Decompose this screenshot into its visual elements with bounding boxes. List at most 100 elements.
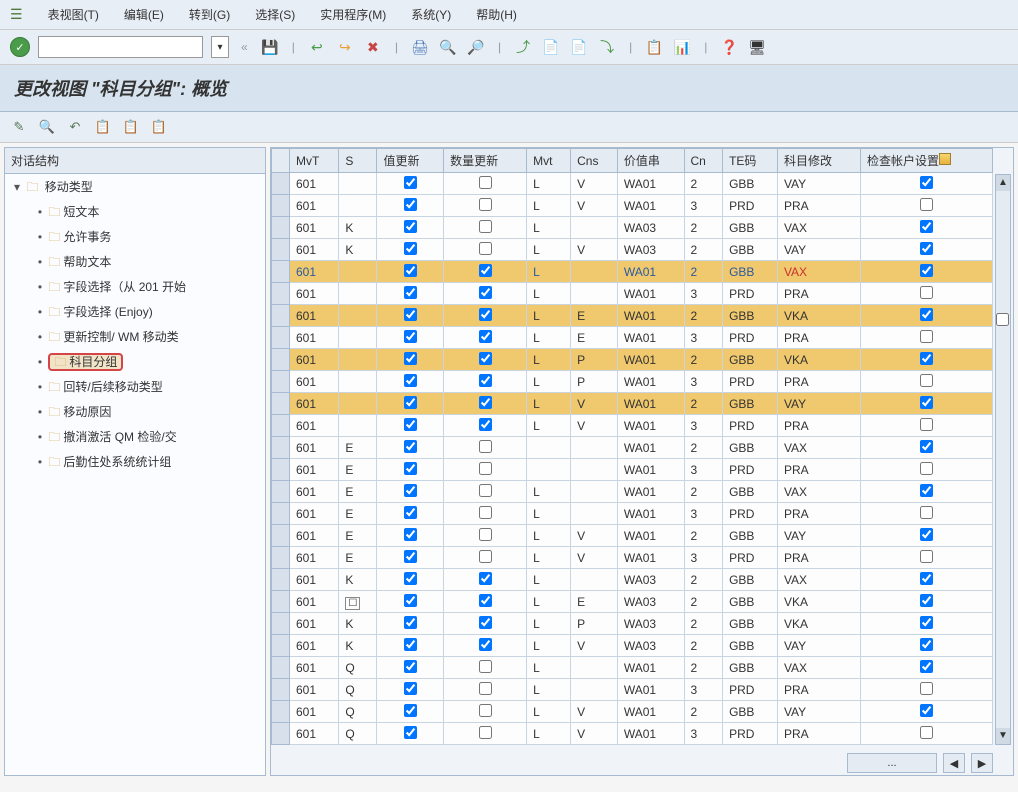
cell-val[interactable] bbox=[377, 217, 444, 239]
cell-mvt2[interactable]: L bbox=[527, 415, 571, 437]
cell-acct[interactable]: PRA bbox=[777, 371, 860, 393]
qty-checkbox[interactable] bbox=[479, 198, 492, 211]
val-checkbox[interactable] bbox=[404, 286, 417, 299]
val-checkbox[interactable] bbox=[404, 616, 417, 629]
cell-vstr[interactable]: WA01 bbox=[617, 481, 684, 503]
qty-checkbox[interactable] bbox=[479, 264, 492, 277]
row-selector[interactable] bbox=[272, 349, 290, 371]
side-checkbox[interactable] bbox=[996, 313, 1009, 329]
cell-s[interactable]: Q bbox=[339, 657, 377, 679]
cell-val[interactable] bbox=[377, 635, 444, 657]
cell-chk[interactable] bbox=[860, 723, 992, 745]
cell-mvt2[interactable]: L bbox=[527, 393, 571, 415]
row-selector[interactable] bbox=[272, 173, 290, 195]
tree-node-1[interactable]: • 🗀允许事务 bbox=[7, 226, 263, 251]
cell-te[interactable]: GBB bbox=[723, 393, 778, 415]
chk-checkbox[interactable] bbox=[920, 682, 933, 695]
chk-checkbox[interactable] bbox=[920, 418, 933, 431]
cell-te[interactable]: PRD bbox=[723, 503, 778, 525]
cell-vstr[interactable]: WA01 bbox=[617, 525, 684, 547]
cell-vstr[interactable]: WA01 bbox=[617, 437, 684, 459]
val-checkbox[interactable] bbox=[404, 374, 417, 387]
qty-checkbox[interactable] bbox=[479, 638, 492, 651]
cell-vstr[interactable]: WA01 bbox=[617, 459, 684, 481]
table-row[interactable]: 601QLVWA012GBBVAY bbox=[272, 701, 993, 723]
cell-mvt2[interactable]: L bbox=[527, 283, 571, 305]
cell-mvt[interactable]: 601 bbox=[290, 217, 339, 239]
cell-s[interactable]: Q bbox=[339, 701, 377, 723]
cell-qty[interactable] bbox=[444, 657, 527, 679]
cell-val[interactable] bbox=[377, 371, 444, 393]
cell-mvt2[interactable]: L bbox=[527, 371, 571, 393]
cell-te[interactable]: GBB bbox=[723, 635, 778, 657]
cell-s[interactable] bbox=[339, 327, 377, 349]
cell-cns[interactable]: V bbox=[571, 635, 618, 657]
cell-qty[interactable] bbox=[444, 415, 527, 437]
cell-te[interactable]: GBB bbox=[723, 657, 778, 679]
change-icon[interactable]: ✎ bbox=[10, 118, 28, 136]
cell-vstr[interactable]: WA03 bbox=[617, 569, 684, 591]
select-block-icon[interactable]: 📋 bbox=[122, 118, 140, 136]
cell-vstr[interactable]: WA01 bbox=[617, 547, 684, 569]
cell-acct[interactable]: VAX bbox=[777, 657, 860, 679]
cell-s[interactable] bbox=[339, 349, 377, 371]
val-checkbox[interactable] bbox=[404, 572, 417, 585]
cell-chk[interactable] bbox=[860, 283, 992, 305]
cell-acct[interactable]: PRA bbox=[777, 459, 860, 481]
cell-cns[interactable] bbox=[571, 657, 618, 679]
row-selector[interactable] bbox=[272, 327, 290, 349]
cell-val[interactable] bbox=[377, 261, 444, 283]
cell-mvt[interactable]: 601 bbox=[290, 239, 339, 261]
cell-s[interactable]: K bbox=[339, 569, 377, 591]
menu-edit[interactable]: 编辑(E) bbox=[124, 6, 164, 23]
cell-s[interactable]: E bbox=[339, 525, 377, 547]
col-mvt[interactable]: MvT bbox=[290, 149, 339, 173]
scroll-down-icon[interactable]: ▼ bbox=[996, 728, 1010, 744]
qty-checkbox[interactable] bbox=[479, 330, 492, 343]
cell-mvt[interactable]: 601 bbox=[290, 547, 339, 569]
select-all-icon[interactable]: 📋 bbox=[94, 118, 112, 136]
next-page-icon[interactable]: 📄 bbox=[569, 37, 589, 57]
qty-checkbox[interactable] bbox=[479, 528, 492, 541]
cell-cn[interactable]: 3 bbox=[684, 327, 723, 349]
cell-chk[interactable] bbox=[860, 701, 992, 723]
cell-acct[interactable]: PRA bbox=[777, 547, 860, 569]
cell-qty[interactable] bbox=[444, 261, 527, 283]
cell-mvt[interactable]: 601 bbox=[290, 503, 339, 525]
cell-qty[interactable] bbox=[444, 591, 527, 613]
cell-mvt[interactable]: 601 bbox=[290, 393, 339, 415]
cell-acct[interactable]: VAY bbox=[777, 635, 860, 657]
cell-mvt2[interactable]: L bbox=[527, 547, 571, 569]
chk-checkbox[interactable] bbox=[920, 462, 933, 475]
cell-cns[interactable] bbox=[571, 481, 618, 503]
table-row[interactable]: 601ELVWA012GBBVAY bbox=[272, 525, 993, 547]
cell-acct[interactable]: PRA bbox=[777, 723, 860, 745]
command-input[interactable] bbox=[38, 36, 203, 58]
tree-node-6[interactable]: • 🗀科目分组 bbox=[7, 351, 263, 376]
cell-vstr[interactable]: WA03 bbox=[617, 613, 684, 635]
cell-te[interactable]: GBB bbox=[723, 239, 778, 261]
scroll-up-icon[interactable]: ▲ bbox=[996, 175, 1010, 191]
cell-cn[interactable]: 3 bbox=[684, 547, 723, 569]
cell-chk[interactable] bbox=[860, 195, 992, 217]
cell-val[interactable] bbox=[377, 459, 444, 481]
row-selector[interactable] bbox=[272, 591, 290, 613]
cell-cn[interactable]: 2 bbox=[684, 701, 723, 723]
cell-mvt[interactable]: 601 bbox=[290, 371, 339, 393]
table-row[interactable]: 601LPWA012GBBVKA bbox=[272, 349, 993, 371]
cell-vstr[interactable]: WA01 bbox=[617, 393, 684, 415]
cell-chk[interactable] bbox=[860, 657, 992, 679]
sap-menu-icon[interactable]: ☰ bbox=[10, 6, 23, 23]
cell-chk[interactable] bbox=[860, 371, 992, 393]
col-chk[interactable]: 检查帐户设置 bbox=[860, 149, 992, 173]
cell-mvt[interactable]: 601 bbox=[290, 195, 339, 217]
cell-cn[interactable]: 3 bbox=[684, 415, 723, 437]
qty-checkbox[interactable] bbox=[479, 550, 492, 563]
val-checkbox[interactable] bbox=[404, 308, 417, 321]
cell-acct[interactable]: VAX bbox=[777, 481, 860, 503]
menu-system[interactable]: 系统(Y) bbox=[411, 6, 451, 23]
tree-node-0[interactable]: • 🗀短文本 bbox=[7, 201, 263, 226]
cell-acct[interactable]: VAX bbox=[777, 261, 860, 283]
cell-acct[interactable]: VAY bbox=[777, 701, 860, 723]
row-selector[interactable] bbox=[272, 393, 290, 415]
